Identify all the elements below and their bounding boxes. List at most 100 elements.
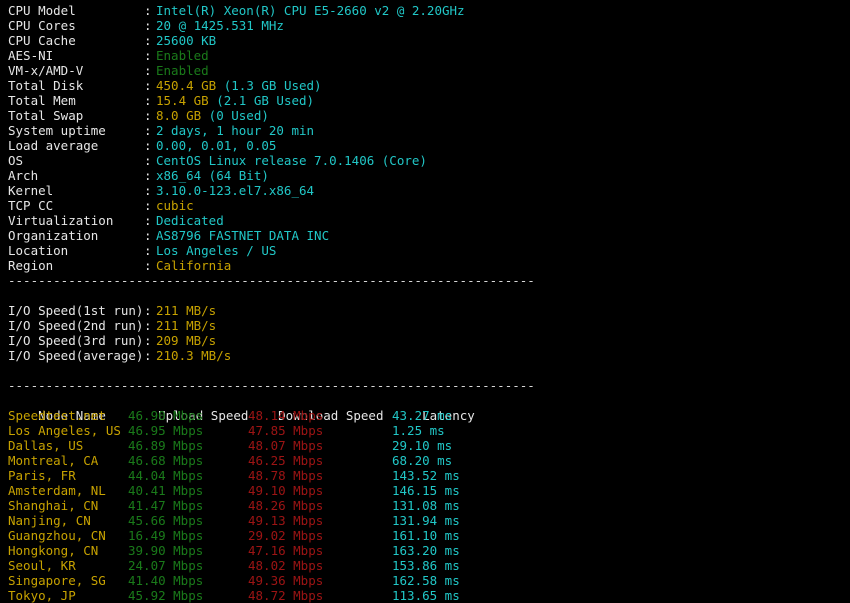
cell-upload-speed: 41.47 Mbps [128,498,248,513]
cell-node-name: Speedtest.net [8,408,128,423]
table-row: Amsterdam, NL40.41 Mbps49.10 Mbps146.15 … [0,483,850,498]
sysinfo-row: Kernel:3.10.0-123.el7.x86_64 [0,183,850,198]
cell-upload-speed: 44.04 Mbps [128,468,248,483]
sysinfo-row: Virtualization:Dedicated [0,213,850,228]
cell-download-speed: 29.02 Mbps [248,528,392,543]
terminal-window[interactable]: CPU Model: Intel(R) Xeon(R) CPU E5-2660 v… [0,0,850,572]
cell-latency: 113.65 ms [392,588,512,603]
cell-download-speed: 48.02 Mbps [248,558,392,573]
sysinfo-label: Kernel [8,183,144,198]
cell-latency: 163.20 ms [392,543,512,558]
sysinfo-row: Total Mem:15.4 GB (2.1 GB Used) [0,93,850,108]
sysinfo-row: AES-NI:Enabled [0,48,850,63]
blank-line-2 [0,363,850,378]
sysinfo-colon: : [144,168,156,183]
sysinfo-colon: : [144,108,156,123]
sysinfo-value: Enabled [156,48,209,63]
sysinfo-colon: : [144,153,156,168]
sysinfo-value: 8.0 GB [156,108,201,123]
io-speed-row: I/O Speed(1st run):211 MB/s [0,303,850,318]
sysinfo-row: System uptime:2 days, 1 hour 20 min [0,123,850,138]
cell-latency: 162.58 ms [392,573,512,588]
sysinfo-row: TCP CC:cubic [0,198,850,213]
cell-latency: 1.25 ms [392,423,512,438]
sysinfo-label: CPU Model [8,3,144,18]
table-row: Shanghai, CN41.47 Mbps48.26 Mbps131.08 m… [0,498,850,513]
separator-line-1: ----------------------------------------… [0,273,850,288]
system-info-block: CPU Model: Intel(R) Xeon(R) CPU E5-2660 v… [0,3,850,273]
sysinfo-row: Organization:AS8796 FASTNET DATA INC [0,228,850,243]
sysinfo-colon: : [144,123,156,138]
cell-upload-speed: 16.49 Mbps [128,528,248,543]
sysinfo-colon: : [144,213,156,228]
sysinfo-label: VM-x/AMD-V [8,63,144,78]
sysinfo-value: 3.10.0-123.el7.x86_64 [156,183,314,198]
cell-node-name: Dallas, US [8,438,128,453]
cell-upload-speed: 46.68 Mbps [128,453,248,468]
sysinfo-label: OS [8,153,144,168]
sysinfo-colon: : [144,138,156,153]
sysinfo-colon: : [144,228,156,243]
sysinfo-label: CPU Cores [8,18,144,33]
sysinfo-value-extra: (0 Used) [201,108,269,123]
sysinfo-row: CPU Cores:20 @ 1425.531 MHz [0,18,850,33]
sysinfo-value: 450.4 GB [156,78,216,93]
sysinfo-colon: : [144,63,156,78]
sysinfo-row: CPU Cache:25600 KB [0,33,850,48]
cell-download-speed: 48.07 Mbps [248,438,392,453]
io-speed-label: I/O Speed(1st run) [8,303,144,318]
sysinfo-value-extra: (2.1 GB Used) [209,93,314,108]
speedtest-table-body: Speedtest.net46.90 Mbps48.14 Mbps43.27 m… [0,408,850,603]
cell-upload-speed: 24.07 Mbps [128,558,248,573]
cell-download-speed: 49.13 Mbps [248,513,392,528]
sysinfo-colon: : [144,48,156,63]
cell-upload-speed: 46.90 Mbps [128,408,248,423]
sysinfo-value: 0.00, 0.01, 0.05 [156,138,276,153]
cell-upload-speed: 41.40 Mbps [128,573,248,588]
cell-node-name: Hongkong, CN [8,543,128,558]
table-row: Tokyo, JP45.92 Mbps48.72 Mbps113.65 ms [0,588,850,603]
sysinfo-value: 25600 KB [156,33,216,48]
cell-node-name: Amsterdam, NL [8,483,128,498]
cell-node-name: Paris, FR [8,468,128,483]
io-speed-value: 211 MB/s [156,318,216,333]
cell-upload-speed: 45.92 Mbps [128,588,248,603]
sysinfo-label: Location [8,243,144,258]
cell-latency: 68.20 ms [392,453,512,468]
sysinfo-row: Location:Los Angeles / US [0,243,850,258]
cell-download-speed: 47.16 Mbps [248,543,392,558]
blank-line-1 [0,288,850,303]
cell-latency: 131.08 ms [392,498,512,513]
cell-latency: 131.94 ms [392,513,512,528]
table-row: Guangzhou, CN16.49 Mbps29.02 Mbps161.10 … [0,528,850,543]
io-speed-label: I/O Speed(3rd run) [8,333,144,348]
cell-upload-speed: 45.66 Mbps [128,513,248,528]
io-speed-row: I/O Speed(average):210.3 MB/s [0,348,850,363]
sysinfo-label: Total Swap [8,108,144,123]
table-row: Hongkong, CN39.90 Mbps47.16 Mbps163.20 m… [0,543,850,558]
sysinfo-value: CentOS Linux release 7.0.1406 (Core) [156,153,427,168]
sysinfo-value: cubic [156,198,194,213]
table-row: Speedtest.net46.90 Mbps48.14 Mbps43.27 m… [0,408,850,423]
sysinfo-colon: : [144,78,156,93]
cell-latency: 161.10 ms [392,528,512,543]
separator-line-2: ----------------------------------------… [0,378,850,393]
sysinfo-value: AS8796 FASTNET DATA INC [156,228,329,243]
io-speed-label: I/O Speed(2nd run) [8,318,144,333]
cell-node-name: Guangzhou, CN [8,528,128,543]
cell-download-speed: 48.14 Mbps [248,408,392,423]
sysinfo-label: Load average [8,138,144,153]
sysinfo-value: Dedicated [156,213,224,228]
sysinfo-label: CPU Cache [8,33,144,48]
sysinfo-row: VM-x/AMD-V:Enabled [0,63,850,78]
sysinfo-row: Total Disk:450.4 GB (1.3 GB Used) [0,78,850,93]
sysinfo-value: Intel(R) Xeon(R) CPU E5-2660 v2 @ 2.20GH… [156,3,465,18]
sysinfo-value: 20 @ 1425.531 MHz [156,18,284,33]
table-row: Nanjing, CN45.66 Mbps49.13 Mbps131.94 ms [0,513,850,528]
io-speed-row: I/O Speed(2nd run):211 MB/s [0,318,850,333]
sysinfo-value-extra: (1.3 GB Used) [216,78,321,93]
sysinfo-row: Region:California [0,258,850,273]
cell-download-speed: 47.85 Mbps [248,423,392,438]
sysinfo-label: Region [8,258,144,273]
cell-node-name: Seoul, KR [8,558,128,573]
